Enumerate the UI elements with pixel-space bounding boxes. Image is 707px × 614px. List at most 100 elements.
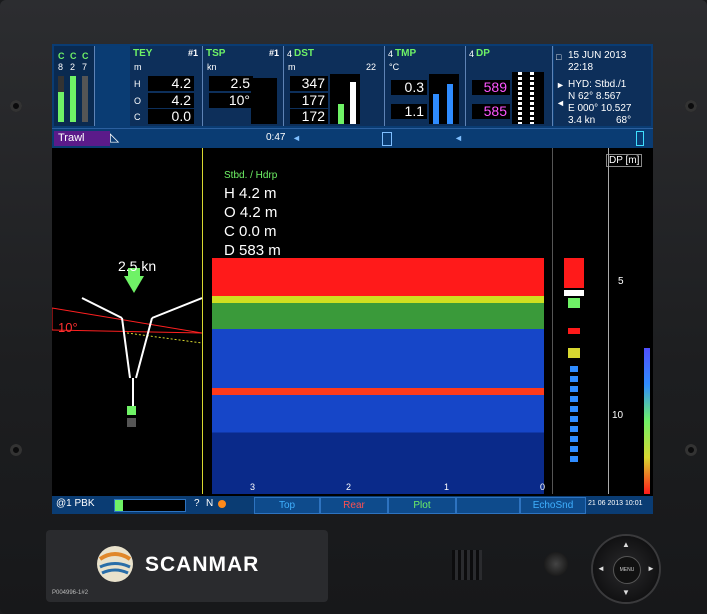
dst-panel[interactable]: 4 DST m 22 347 177 172 [284,46,385,126]
dst-index: 4 [287,49,293,59]
screw-icon [685,444,697,456]
channel-label: C [82,51,89,61]
arrow-up-icon[interactable]: ▲ [622,540,630,549]
arrow-right-icon[interactable]: ► [647,564,655,573]
vessel-speed-label: 3.4 kn [568,115,596,126]
status-field [114,499,186,512]
elapsed-time: 0:47 [266,132,286,143]
depth-profile [564,258,584,494]
trawl-angle: 10° [58,320,78,335]
tmp-index: 4 [388,49,394,59]
tmp-panel[interactable]: 4 TMP °C 0.3 1.1 [385,46,466,126]
instrument-bar: C C C 8 2 7 TEY #1 m H O C 4.2 4.2 0.0 T… [52,44,653,128]
dst-value-1: 347 [290,76,328,91]
tmp-value-2: 1.1 [391,104,427,119]
north-indicator: N [206,498,214,509]
tsp-gauge [251,78,277,124]
date-label: 15 JUN 2013 [568,50,627,61]
ruler-icon[interactable]: ◺ [110,130,119,144]
vessel-info-panel: 15 JUN 2013 22:18 HYD: Stbd./1 N 62° 8.5… [554,46,651,126]
x-tick: 1 [444,482,450,492]
dst-unit: m [288,62,296,72]
tmp-value-1: 0.3 [391,80,427,95]
screw-icon [685,100,697,112]
tey-number: #1 [187,48,198,58]
dp-title: DP [476,48,490,59]
plot-view-button[interactable]: Plot [388,497,456,514]
tsp-panel[interactable]: TSP #1 kn 2.5 10° [203,46,284,126]
arrow-left-icon[interactable]: ◄ [292,133,301,143]
depth-scale: DP [m] 5 10 [604,148,653,494]
dst-value-3: 172 [290,109,328,124]
dp-index: 4 [469,49,475,59]
mode-tab-trawl[interactable]: Trawl [54,131,110,146]
help-button[interactable]: ? [194,498,200,509]
divider [552,148,553,494]
depth-scale-title: DP [m] [606,154,643,167]
channel-number: 2 [70,62,76,72]
screw-icon [10,444,22,456]
time-label: 22:18 [568,62,594,73]
tey-value-h: 4.2 [148,76,194,91]
scroll-end-icon[interactable] [636,131,644,146]
dp-graph [512,72,544,124]
echo-reading-row: H 4.2 m [224,185,277,202]
echo-readings: H 4.2 m O 4.2 m C 0.0 m D 583 m [224,184,281,260]
tsp-angle: 10° [209,93,253,108]
display-screen: C C C 8 2 7 TEY #1 m H O C 4.2 4.2 0.0 T… [52,44,653,514]
longitude-label: E 000° 10.527 [568,103,632,114]
dp-panel[interactable]: 4 DP 589 585 [466,46,553,126]
arrow-left-icon[interactable]: ◄ [597,564,605,573]
tsp-number: #1 [268,48,279,58]
hydrophone-label: HYD: Stbd./1 [568,79,627,90]
window-icon[interactable]: □ [556,52,561,62]
blank-button[interactable] [456,497,520,514]
top-view-button[interactable]: Top [254,497,320,514]
serial-code: P004996-1#2 [52,590,89,596]
tey-label-h: H [134,79,141,89]
tmp-graph [429,74,459,124]
latitude-label: N 62° 8.567 [568,91,621,102]
bottom-toolbar: @1 PBK ? N Top Rear Plot EchoSnd 21 06 2… [52,496,653,514]
dst-graph [330,74,360,124]
arrow-down-icon[interactable]: ▼ [622,588,630,597]
depth-tick: 5 [618,276,624,287]
channel-panel[interactable]: C C C 8 2 7 [54,46,95,126]
x-tick: 3 [250,482,256,492]
rear-view-button[interactable]: Rear [320,497,388,514]
echo-reading-row: D 583 m [224,242,281,259]
echosounder-button[interactable]: EchoSnd [520,497,586,514]
tey-panel[interactable]: TEY #1 m H O C 4.2 4.2 0.0 [130,46,203,126]
tsp-unit: kn [207,62,217,72]
divider [202,148,203,494]
tey-value-c: 0.0 [148,109,194,124]
heading-label: 68° [616,115,632,126]
echo-sensor-label: Stbd. / Hdrp [224,170,278,181]
power-knob[interactable] [544,552,568,576]
menu-button[interactable]: MENU [613,556,641,584]
status-dot-icon [218,500,226,508]
navigation-bar: Trawl ◺ 0:47 ◄ ◄ [52,128,653,149]
arrow-right-icon[interactable]: ► [556,80,565,90]
tey-unit: m [134,62,142,72]
tmp-unit: °C [389,62,400,72]
dp-value-2: 585 [472,104,510,119]
color-scale-bar [644,348,650,494]
channel-number: 7 [82,62,88,72]
depth-tick: 10 [612,410,624,421]
arrow-left-icon[interactable]: ◄ [454,133,463,143]
arrow-left-icon[interactable]: ◄ [556,98,565,108]
scroll-thumb[interactable] [382,132,392,146]
channel-label: C [58,51,65,61]
navigation-dial[interactable]: MENU ▲ ▼ ◄ ► [593,536,659,602]
tmp-title: TMP [395,48,417,59]
pbk-label: @1 PBK [56,498,95,509]
speaker-grille-icon [452,550,482,580]
x-tick: 2 [346,482,352,492]
echo-reading-row: O 4.2 m [224,204,278,221]
tey-title: TEY [133,48,153,59]
channel-number: 8 [58,62,64,72]
channel-label: C [70,51,77,61]
tey-label-o: O [134,96,142,106]
dst-value-2: 177 [290,93,328,108]
